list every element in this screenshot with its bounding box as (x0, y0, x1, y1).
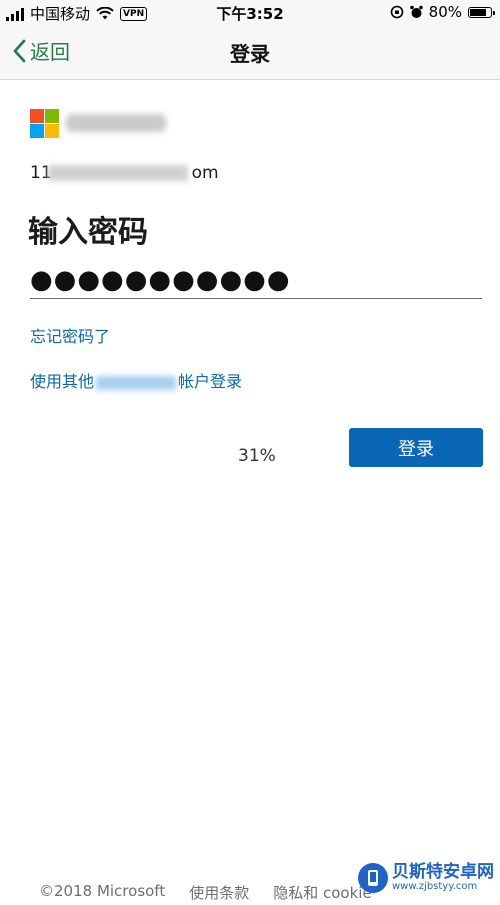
logo-square-blue (30, 124, 44, 138)
orientation-lock-icon (390, 5, 403, 19)
nav-bar: 返回 登录 (0, 24, 500, 80)
email-blurred (48, 165, 188, 181)
logo-square-yellow (45, 124, 59, 138)
watermark-title: 贝斯特安卓网 (392, 861, 494, 882)
password-field[interactable] (30, 262, 482, 299)
battery-percent: 80% (428, 3, 462, 21)
logo-square-green (45, 109, 59, 123)
forgot-password-link[interactable]: 忘记密码了 (30, 323, 110, 347)
battery-icon (468, 6, 495, 18)
brand-name-blurred (66, 114, 166, 132)
copyright-text: ©2018 Microsoft (39, 882, 166, 900)
alarm-icon (409, 5, 423, 18)
enter-password-heading: 输入密码 (28, 215, 148, 250)
watermark: 贝斯特安卓网 www.zjbstyy.com (358, 863, 494, 893)
email-suffix: om (191, 163, 219, 183)
other-account-prefix: 使用其他 (30, 372, 95, 391)
page-title: 登录 (230, 42, 270, 66)
progress-percent: 31% (238, 446, 276, 466)
status-right: 80% (390, 3, 495, 21)
blurred-text (96, 375, 177, 390)
terms-link[interactable]: 使用条款 (189, 882, 249, 903)
other-account-link[interactable]: 使用其他 帐户登录 (30, 368, 242, 392)
logo-square-red (30, 109, 44, 123)
watermark-logo-icon (358, 863, 388, 893)
watermark-url: www.zjbstyy.com (392, 880, 478, 892)
other-account-suffix: 帐户登录 (178, 372, 243, 391)
status-bar: 中国移动 VPN 下午3:52 80% (0, 0, 500, 24)
phone-icon (368, 870, 378, 886)
footer: ©2018 Microsoft 使用条款 隐私和 cookie (39, 882, 372, 903)
privacy-link[interactable]: 隐私和 cookie (273, 882, 371, 903)
microsoft-logo (30, 109, 59, 138)
sign-in-button[interactable]: 登录 (349, 428, 483, 467)
